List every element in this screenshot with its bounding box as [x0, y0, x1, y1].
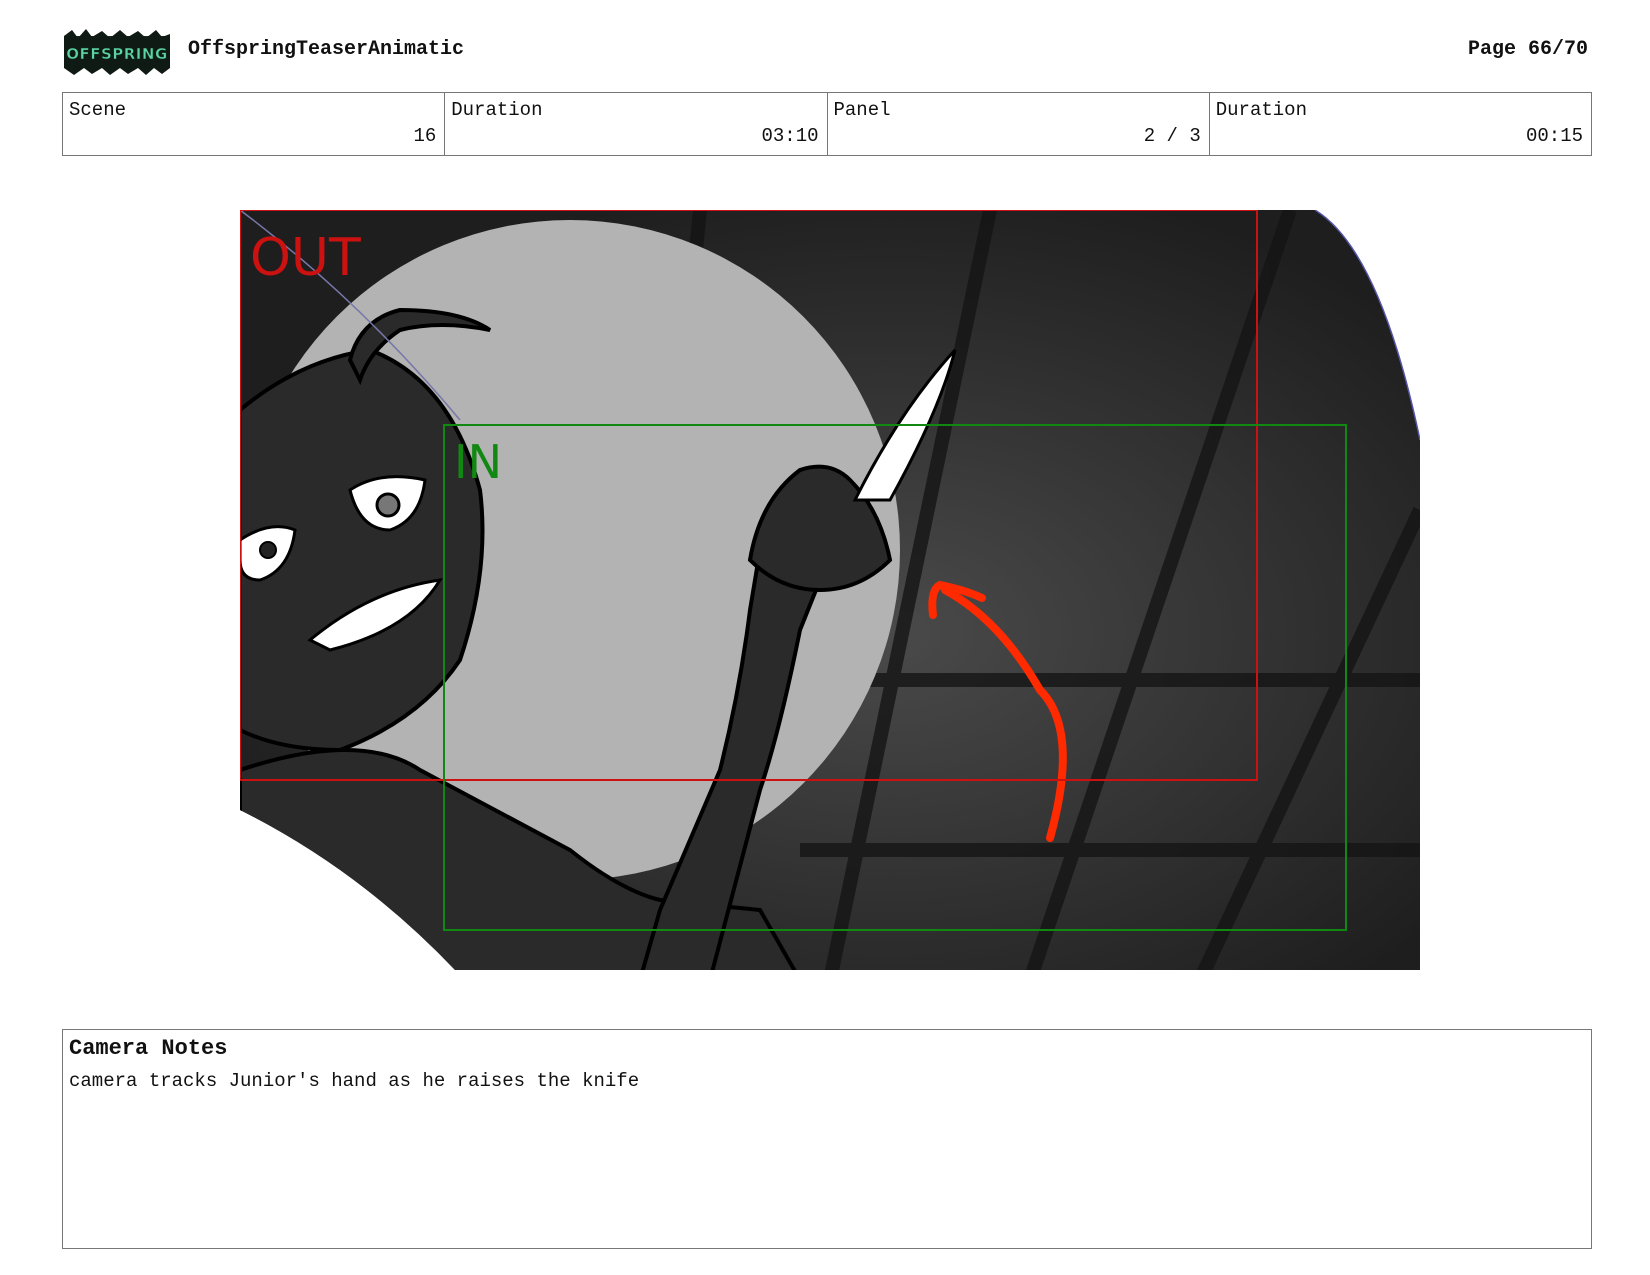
camera-notes-text: camera tracks Junior's hand as he raises…	[69, 1070, 640, 1092]
scene-duration-value: 03:10	[761, 125, 819, 147]
camera-notes-box: Camera Notes camera tracks Junior's hand…	[62, 1029, 1592, 1249]
page-number: Page 66/70	[1467, 38, 1588, 61]
scene-duration-label: Duration	[451, 99, 543, 121]
panel-duration-cell: Duration 00:15	[1210, 93, 1591, 155]
scene-label: Scene	[69, 99, 127, 121]
in-frame-label: IN	[454, 435, 502, 489]
panel-artwork	[240, 210, 1420, 970]
storyboard-panel: OUT IN	[240, 210, 1420, 970]
scene-info-table: Scene 16 Duration 03:10 Panel 2 / 3 Dura…	[62, 92, 1592, 156]
scene-cell: Scene 16	[63, 93, 446, 155]
camera-notes-title: Camera Notes	[69, 1036, 228, 1061]
scene-duration-cell: Duration 03:10	[445, 93, 828, 155]
project-title: OffspringTeaserAnimatic	[188, 38, 465, 61]
panel-cell: Panel 2 / 3	[828, 93, 1210, 155]
logo-text: OFFSPRING	[66, 45, 168, 63]
scene-value: 16	[413, 125, 437, 147]
panel-duration-label: Duration	[1215, 99, 1307, 121]
panel-duration-value: 00:15	[1525, 125, 1583, 147]
offspring-logo: OFFSPRING	[64, 29, 170, 75]
panel-value: 2 / 3	[1143, 125, 1201, 147]
out-frame-label: OUT	[250, 228, 361, 288]
panel-label: Panel	[833, 99, 891, 121]
